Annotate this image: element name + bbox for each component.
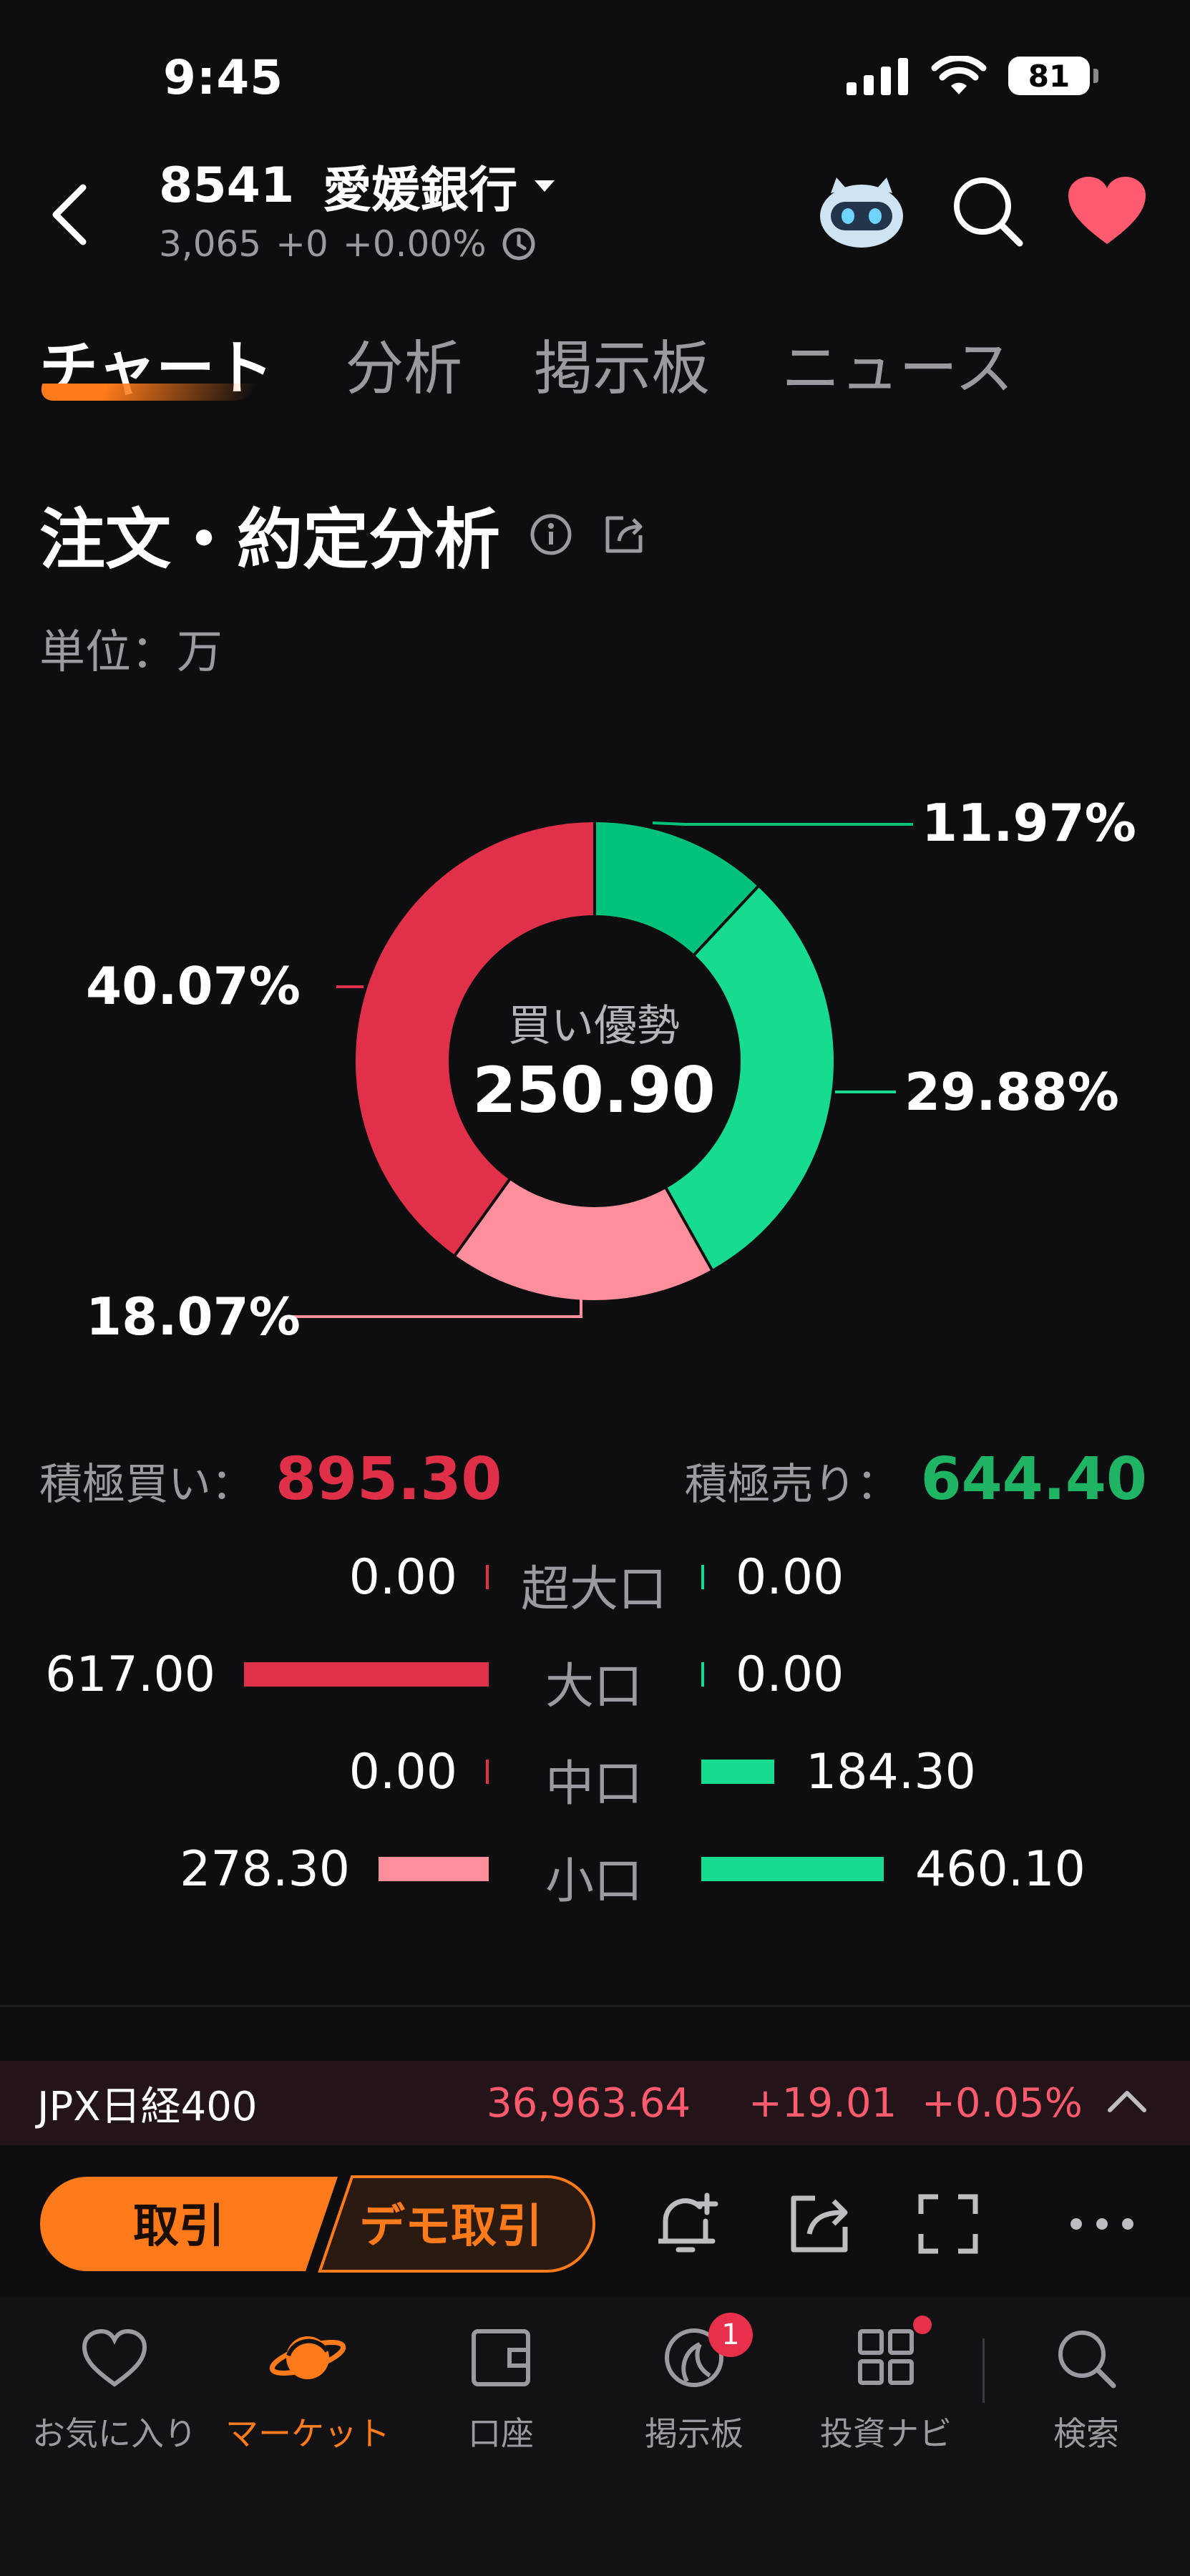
share-icon[interactable] — [784, 2188, 855, 2260]
active-tab-indicator — [36, 384, 258, 401]
category-label: 超大口 — [520, 1561, 667, 1618]
alert-bell-icon[interactable] — [650, 2188, 721, 2260]
more-options-icon[interactable] — [1066, 2210, 1138, 2238]
share-icon[interactable] — [602, 512, 646, 557]
buy-bar — [486, 1565, 489, 1589]
nav-account[interactable]: 口座 — [408, 2326, 594, 2455]
notification-badge: 1 — [708, 2313, 753, 2357]
donut-center: 買い優勢 250.90 — [447, 991, 741, 1127]
clock-icon — [502, 228, 535, 260]
sell-value: 0.00 — [736, 1549, 844, 1606]
donut-label-segment-2: 29.88% — [904, 1062, 1119, 1122]
section-title: 注文・約定分析 — [39, 487, 646, 582]
chevron-up-icon[interactable] — [1106, 2086, 1148, 2114]
trade-button[interactable]: 取引 — [64, 2190, 293, 2255]
grid-icon — [858, 2329, 914, 2385]
fullscreen-icon[interactable] — [912, 2188, 984, 2260]
nav-search[interactable]: 検索 — [993, 2326, 1179, 2455]
nav-label-invest-navi: 投資ナビ — [820, 2414, 952, 2453]
nav-separator — [982, 2338, 985, 2403]
index-ticker-strip[interactable]: JPX日経400 36,963.64 +19.01 +0.05% — [0, 2061, 1190, 2145]
donut-center-label: 買い優勢 — [508, 1001, 680, 1051]
signal-icon — [847, 58, 908, 95]
donut-center-value: 250.90 — [472, 1053, 716, 1127]
tab-board[interactable]: 掲示板 — [534, 321, 710, 406]
nav-label-market: マーケット — [225, 2414, 390, 2453]
stock-title[interactable]: 8541 愛媛銀行 — [159, 150, 557, 221]
sell-value: 0.00 — [736, 1646, 844, 1703]
heart-icon — [82, 2328, 147, 2387]
nav-label-search: 検索 — [1053, 2414, 1119, 2453]
sell-total: 積極売り： 644.40 — [685, 1445, 1147, 1513]
planet-icon — [269, 2336, 346, 2379]
nav-label-favorites: お気に入り — [32, 2414, 197, 2453]
buy-total-value: 895.30 — [275, 1445, 502, 1513]
status-icons: 81 — [847, 56, 1098, 96]
index-change-pct: +0.05% — [922, 2079, 1083, 2127]
index-value: 36,963.64 — [487, 2079, 691, 2127]
robot-assistant-icon[interactable] — [815, 172, 908, 250]
buy-total: 積極買い： 895.30 — [39, 1445, 502, 1513]
category-label: 中口 — [545, 1756, 643, 1813]
nav-invest-navi[interactable]: 投資ナビ — [793, 2316, 979, 2455]
leader-line-3 — [285, 1299, 582, 1318]
nav-label-board: 掲示板 — [645, 2414, 743, 2453]
donut-label-segment-1: 11.97% — [922, 793, 1136, 853]
buy-bar — [486, 1760, 489, 1784]
sell-bar — [701, 1662, 704, 1687]
unit-label: 単位：万 — [39, 626, 223, 679]
header-actions — [815, 172, 1147, 250]
tab-analysis[interactable]: 分析 — [345, 321, 462, 406]
sell-value: 460.10 — [915, 1841, 1086, 1898]
stock-code: 8541 — [159, 157, 295, 214]
new-dot-indicator — [913, 2316, 932, 2334]
buy-value: 0.00 — [348, 1744, 457, 1800]
sell-bar — [701, 1565, 704, 1589]
buy-value: 617.00 — [45, 1646, 215, 1703]
sell-total-value: 644.40 — [920, 1445, 1147, 1513]
stock-name: 愛媛銀行 — [323, 162, 518, 219]
stock-quote: 3,065 +0 +0.00% — [159, 223, 537, 265]
section-title-text: 注文・約定分析 — [39, 502, 501, 578]
section-divider — [0, 2005, 1190, 2007]
sell-value: 184.30 — [806, 1744, 976, 1800]
tab-news[interactable]: ニュース — [781, 321, 1013, 406]
buy-bar — [244, 1662, 489, 1687]
stock-price: 3,065 — [159, 223, 262, 265]
buy-bar — [379, 1857, 489, 1881]
sell-total-label: 積極売り： — [684, 1460, 899, 1510]
category-label: 小口 — [545, 1853, 643, 1910]
category-label: 大口 — [545, 1659, 643, 1715]
status-time: 9:45 — [163, 50, 284, 105]
nav-favorites[interactable]: お気に入り — [21, 2326, 208, 2455]
nav-board[interactable]: 掲示板 1 — [601, 2313, 787, 2455]
buy-value: 0.00 — [348, 1549, 457, 1606]
dropdown-caret-icon — [535, 180, 555, 192]
sell-bar — [701, 1760, 774, 1784]
nav-market[interactable]: マーケット — [215, 2326, 401, 2455]
search-icon — [1058, 2331, 1116, 2389]
donut-label-segment-3: 18.07% — [86, 1287, 301, 1347]
search-icon[interactable] — [950, 173, 1025, 249]
buy-total-label: 積極買い： — [39, 1460, 254, 1510]
battery-indicator: 81 — [1008, 57, 1098, 95]
info-icon[interactable] — [529, 512, 573, 557]
sell-bar — [701, 1857, 884, 1881]
index-name: JPX日経400 — [37, 2083, 258, 2130]
leader-line-1 — [652, 821, 913, 826]
donut-label-segment-4: 40.07% — [86, 956, 301, 1016]
index-change: +19.01 — [748, 2079, 897, 2127]
stock-change: +0 — [275, 223, 328, 265]
buy-value: 278.30 — [180, 1841, 350, 1898]
favorite-heart-icon[interactable] — [1067, 175, 1147, 247]
nav-label-account: 口座 — [468, 2414, 534, 2453]
demo-trade-button[interactable]: デモ取引 — [322, 2190, 580, 2255]
back-arrow-icon[interactable] — [36, 179, 107, 250]
stock-change-pct: +0.00% — [342, 223, 487, 265]
wallet-icon — [472, 2329, 530, 2386]
wifi-icon — [931, 56, 987, 94]
